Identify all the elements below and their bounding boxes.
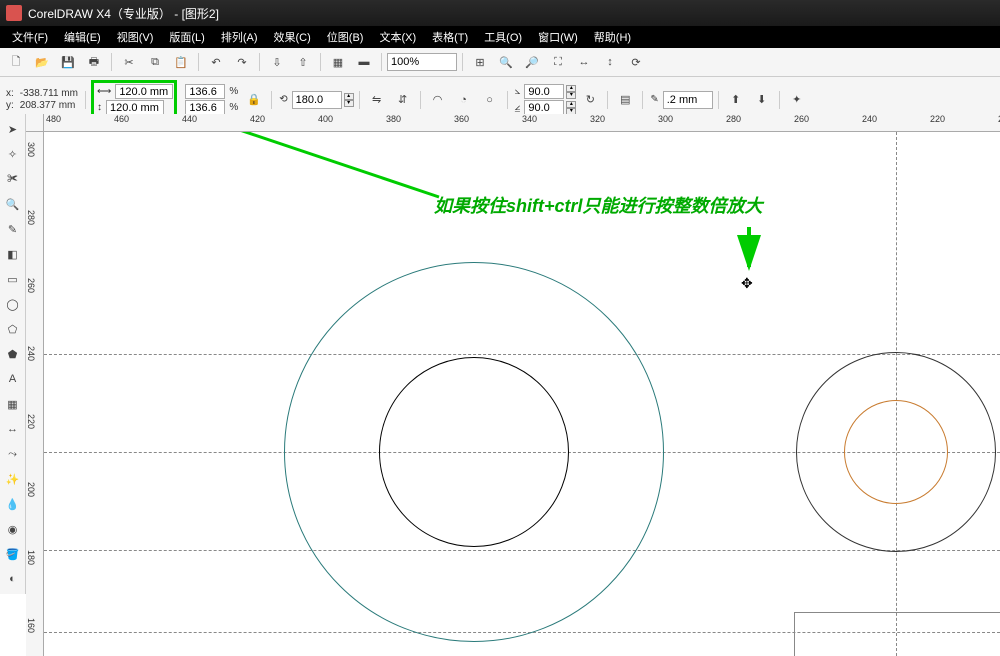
skew-y-spinner[interactable]: ▴▾ [566, 101, 576, 115]
menu-table[interactable]: 表格(T) [424, 27, 476, 47]
menu-layout[interactable]: 版面(L) [161, 27, 212, 47]
fit-page-icon[interactable]: ⛶ [546, 51, 570, 73]
move-cursor-icon: ✥ [741, 275, 753, 292]
cut-icon[interactable]: ✂ [117, 51, 141, 73]
direction-icon[interactable]: ↻ [578, 89, 602, 111]
outline-width-input[interactable] [663, 91, 713, 109]
menu-help[interactable]: 帮助(H) [586, 27, 639, 47]
mirror-v-icon[interactable]: ⇵ [391, 89, 415, 111]
zoom-out-icon[interactable]: 🔎 [520, 51, 544, 73]
ellipse-icon[interactable]: ○ [478, 89, 502, 111]
skew-y-input[interactable] [524, 100, 564, 115]
text-tool-icon[interactable]: A [1, 367, 25, 391]
standard-toolbar: 🗋 📂 💾 🖶 ✂ ⧉ 📋 ↶ ↷ ⇩ ⇧ ▦ ▬ ⊞ 🔍 🔎 ⛶ ↔ ↕ ⟳ [0, 48, 1000, 77]
to-back-icon[interactable]: ⬇ [750, 89, 774, 111]
eyedropper-tool-icon[interactable]: 💧 [1, 492, 25, 516]
connector-tool-icon[interactable]: ⤳ [1, 442, 25, 466]
basic-shapes-icon[interactable]: ⬟ [1, 342, 25, 366]
pie-icon[interactable]: ◔ [452, 89, 476, 111]
fit-width-icon[interactable]: ↔ [572, 51, 596, 73]
width-icon: ⟷ [95, 86, 113, 97]
skew-x-icon: ⦣ [513, 86, 523, 97]
skew-x-spinner[interactable]: ▴▾ [566, 85, 576, 99]
convert-curves-icon[interactable]: ✦ [785, 89, 809, 111]
menu-file[interactable]: 文件(F) [4, 27, 56, 47]
ellipse-tool-icon[interactable]: ◯ [1, 292, 25, 316]
menu-tools[interactable]: 工具(O) [476, 27, 530, 47]
dimension-tool-icon[interactable]: ↔ [1, 417, 25, 441]
rotation-input[interactable] [292, 91, 342, 109]
inner-circle-black[interactable] [379, 357, 569, 547]
wrap-text-icon[interactable]: ▤ [613, 89, 637, 111]
scale-x-input[interactable] [185, 84, 225, 99]
ruler-origin[interactable] [26, 114, 44, 132]
zoom-tool-icon[interactable]: 🔍 [1, 192, 25, 216]
welcome-icon[interactable]: ▬ [352, 51, 376, 73]
import-icon[interactable]: ⇩ [265, 51, 289, 73]
rotation-spinner[interactable]: ▴▾ [344, 93, 354, 107]
shape-tool-icon[interactable]: ✧ [1, 142, 25, 166]
rotate-icon: ⟲ [277, 94, 289, 105]
workspace: 480 460 440 420 400 380 360 340 320 300 … [26, 114, 1000, 656]
save-icon[interactable]: 💾 [56, 51, 80, 73]
outline-tool-icon[interactable]: ◉ [1, 517, 25, 541]
canvas[interactable]: ✥ 如果按住shift+ctrl只能进行按整数倍放大 [44, 132, 1000, 656]
title-bar: CorelDRAW X4（专业版） - [图形2] [0, 0, 1000, 26]
menu-bitmap[interactable]: 位图(B) [319, 27, 372, 47]
new-icon[interactable]: 🗋 [4, 51, 28, 73]
height-icon: ↕ [95, 102, 104, 113]
width-input[interactable] [115, 84, 173, 99]
undo-icon[interactable]: ↶ [204, 51, 228, 73]
interactive-fill-icon[interactable]: ◐ [1, 567, 25, 591]
menu-view[interactable]: 视图(V) [109, 27, 162, 47]
zoom-in-icon[interactable]: 🔍 [494, 51, 518, 73]
height-input[interactable] [106, 100, 164, 115]
page-boundary [794, 612, 1000, 656]
window-title: CorelDRAW X4（专业版） - [图形2] [28, 5, 994, 22]
position-readout: x:-338.711 mm y:208.377 mm [4, 88, 80, 111]
crop-tool-icon[interactable]: ✀ [1, 167, 25, 191]
app-launcher-icon[interactable]: ▦ [326, 51, 350, 73]
paste-icon[interactable]: 📋 [169, 51, 193, 73]
fit-height-icon[interactable]: ↕ [598, 51, 622, 73]
open-icon[interactable]: 📂 [30, 51, 54, 73]
fill-tool-icon[interactable]: 🪣 [1, 542, 25, 566]
freehand-tool-icon[interactable]: ✎ [1, 217, 25, 241]
annotation-text: 如果按住shift+ctrl只能进行按整数倍放大 [434, 192, 763, 218]
menu-bar: 文件(F) 编辑(E) 视图(V) 版面(L) 排列(A) 效果(C) 位图(B… [0, 26, 1000, 48]
menu-text[interactable]: 文本(X) [371, 27, 424, 47]
to-front-icon[interactable]: ⬆ [724, 89, 748, 111]
print-icon[interactable]: 🖶 [82, 51, 106, 73]
copy-icon[interactable]: ⧉ [143, 51, 167, 73]
ruler-vertical[interactable]: 300 280 260 240 220 200 180 160 [26, 132, 44, 656]
skew-x-input[interactable] [524, 84, 564, 99]
refresh-icon[interactable]: ⟳ [624, 51, 648, 73]
pos-y-value: 208.377 mm [18, 100, 78, 111]
ruler-horizontal[interactable]: 480 460 440 420 400 380 360 340 320 300 … [44, 114, 1000, 132]
app-logo-icon [6, 5, 22, 21]
lock-ratio-icon[interactable]: 🔒 [242, 89, 266, 111]
arc-icon[interactable]: ◠ [426, 89, 450, 111]
smart-fill-icon[interactable]: ◧ [1, 242, 25, 266]
zoom-combo[interactable] [387, 53, 457, 71]
pos-x-value: -338.711 mm [18, 88, 80, 99]
scale-y-input[interactable] [185, 100, 225, 115]
toolbox: ➤ ✧ ✀ 🔍 ✎ ◧ ▭ ◯ ⬠ ⬟ A ▦ ↔ ⤳ ✨ 💧 ◉ 🪣 ◐ [0, 114, 26, 594]
skew-y-icon: ⦤ [513, 102, 523, 113]
effects-tool-icon[interactable]: ✨ [1, 467, 25, 491]
menu-window[interactable]: 窗口(W) [530, 27, 586, 47]
export-icon[interactable]: ⇧ [291, 51, 315, 73]
mirror-h-icon[interactable]: ⇋ [365, 89, 389, 111]
pick-tool-icon[interactable]: ➤ [1, 117, 25, 141]
right-inner-circle-orange[interactable] [844, 400, 948, 504]
menu-edit[interactable]: 编辑(E) [56, 27, 109, 47]
snap-icon[interactable]: ⊞ [468, 51, 492, 73]
menu-effects[interactable]: 效果(C) [266, 27, 319, 47]
rectangle-tool-icon[interactable]: ▭ [1, 267, 25, 291]
polygon-tool-icon[interactable]: ⬠ [1, 317, 25, 341]
outline-pen-icon: ✎ [648, 94, 660, 105]
menu-arrange[interactable]: 排列(A) [213, 27, 266, 47]
redo-icon[interactable]: ↷ [230, 51, 254, 73]
table-tool-icon[interactable]: ▦ [1, 392, 25, 416]
